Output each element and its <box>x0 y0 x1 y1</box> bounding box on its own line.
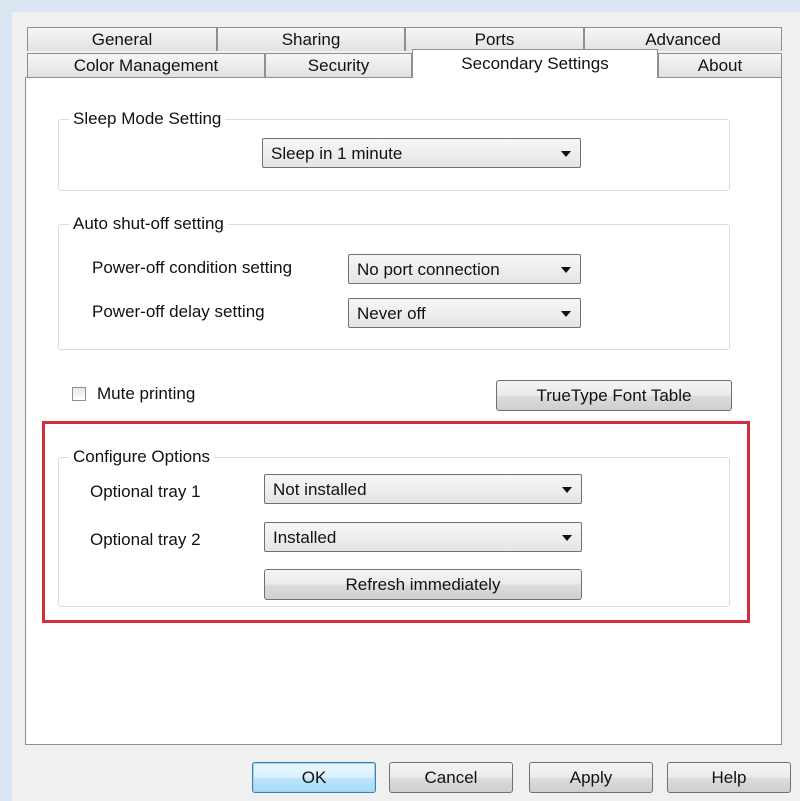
optional-tray-2-label: Optional tray 2 <box>90 530 201 549</box>
tab-advanced[interactable]: Advanced <box>584 27 782 51</box>
power-off-delay-label: Power-off delay setting <box>92 302 265 321</box>
chevron-down-icon <box>561 151 571 157</box>
tab-general[interactable]: General <box>27 27 217 51</box>
tab-sharing[interactable]: Sharing <box>217 27 405 51</box>
optional-tray-1-label: Optional tray 1 <box>90 482 201 501</box>
window-frame-top <box>0 0 800 12</box>
optional-tray-1-select[interactable]: Not installed <box>264 474 582 504</box>
ok-button[interactable]: OK <box>252 762 376 793</box>
sleep-mode-legend: Sleep Mode Setting <box>73 109 222 128</box>
refresh-immediately-button[interactable]: Refresh immediately <box>264 569 582 600</box>
chevron-down-icon <box>562 487 572 493</box>
power-off-condition-value: No port connection <box>357 260 500 279</box>
tab-color-management[interactable]: Color Management <box>27 53 265 77</box>
truetype-font-table-button[interactable]: TrueType Font Table <box>496 380 732 411</box>
cancel-button[interactable]: Cancel <box>389 762 513 793</box>
power-off-delay-value: Never off <box>357 304 426 323</box>
secondary-settings-panel: Sleep Mode Setting Sleep in 1 minute Aut… <box>25 77 782 745</box>
power-off-delay-select[interactable]: Never off <box>348 298 581 328</box>
mute-printing-checkbox[interactable] <box>72 387 86 401</box>
tab-ports[interactable]: Ports <box>405 27 584 51</box>
optional-tray-2-value: Installed <box>273 528 337 547</box>
auto-shutoff-legend: Auto shut-off setting <box>73 214 224 233</box>
help-button[interactable]: Help <box>667 762 791 793</box>
window-frame-left <box>0 0 12 801</box>
power-off-condition-label: Power-off condition setting <box>92 258 293 277</box>
tab-security[interactable]: Security <box>265 53 412 77</box>
optional-tray-2-select[interactable]: Installed <box>264 522 582 552</box>
chevron-down-icon <box>561 267 571 273</box>
configure-options-legend: Configure Options <box>73 447 211 466</box>
mute-printing-label[interactable]: Mute printing <box>97 384 195 404</box>
power-off-condition-select[interactable]: No port connection <box>348 254 581 284</box>
sleep-mode-select[interactable]: Sleep in 1 minute <box>262 138 581 168</box>
sleep-mode-value: Sleep in 1 minute <box>271 144 403 163</box>
optional-tray-1-value: Not installed <box>273 480 367 499</box>
chevron-down-icon <box>561 311 571 317</box>
tab-about[interactable]: About <box>658 53 782 77</box>
apply-button[interactable]: Apply <box>529 762 653 793</box>
chevron-down-icon <box>562 535 572 541</box>
tab-secondary-settings[interactable]: Secondary Settings <box>412 49 658 78</box>
